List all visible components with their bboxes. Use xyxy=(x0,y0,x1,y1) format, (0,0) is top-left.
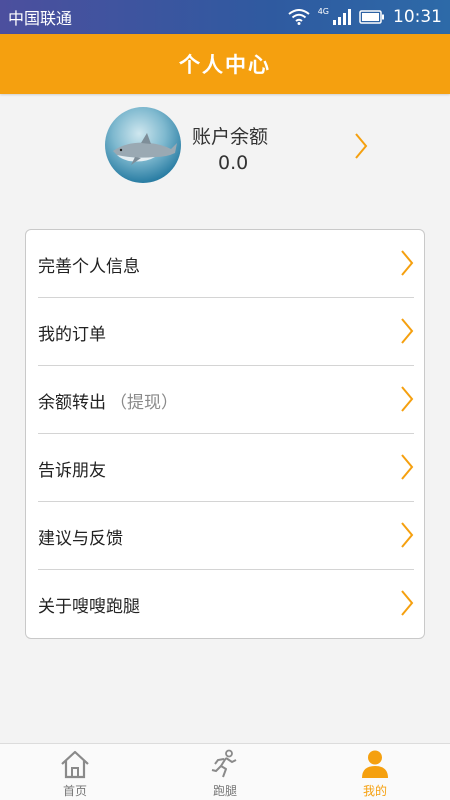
menu-item-sublabel: （提现） xyxy=(110,392,178,413)
balance-label: 账户余额 xyxy=(192,126,269,148)
chevron-right-icon xyxy=(401,454,414,480)
avatar[interactable] xyxy=(105,107,181,183)
bottom-tab-bar: 首页 跑腿 我的 xyxy=(0,743,450,800)
menu-item-label: 告诉朋友 xyxy=(38,460,106,481)
balance-value: 0.0 xyxy=(218,152,249,174)
tab-errand[interactable]: 跑腿 xyxy=(150,744,300,800)
menu-item-label: 余额转出 xyxy=(38,392,106,413)
status-bar: 中国联通 4G 10:31 xyxy=(0,0,450,34)
menu-item-share[interactable]: 告诉朋友 xyxy=(38,434,414,502)
menu-item-withdraw[interactable]: 余额转出 （提现） xyxy=(38,366,414,434)
wifi-icon xyxy=(288,9,310,25)
tab-mine[interactable]: 我的 xyxy=(300,744,450,800)
page-title: 个人中心 xyxy=(179,52,271,77)
signal-icon xyxy=(333,9,351,25)
menu-item-about[interactable]: 关于嗖嗖跑腿 xyxy=(38,570,414,638)
battery-icon xyxy=(359,10,384,24)
menu-item-label: 关于嗖嗖跑腿 xyxy=(38,596,140,617)
menu-card: 完善个人信息 我的订单 余额转出 （提现） 告诉朋友 建议与反馈 关于嗖嗖跑腿 xyxy=(25,229,425,639)
chevron-right-icon xyxy=(401,522,414,548)
menu-item-label: 建议与反馈 xyxy=(38,528,123,549)
tab-label: 我的 xyxy=(362,784,387,798)
network-type: 4G xyxy=(317,6,329,16)
chevron-right-icon xyxy=(401,386,414,412)
user-icon xyxy=(362,750,388,778)
menu-item-label: 我的订单 xyxy=(38,324,106,345)
home-icon xyxy=(61,750,89,779)
menu-item-profile[interactable]: 完善个人信息 xyxy=(38,230,414,298)
menu-item-orders[interactable]: 我的订单 xyxy=(38,298,414,366)
shark-avatar-image xyxy=(113,133,177,165)
status-icons: 4G 10:31 xyxy=(288,7,442,27)
runner-icon xyxy=(211,749,237,778)
tab-label: 跑腿 xyxy=(212,784,237,798)
menu-item-label: 完善个人信息 xyxy=(38,256,140,277)
chevron-right-icon xyxy=(401,318,414,344)
menu-item-feedback[interactable]: 建议与反馈 xyxy=(38,502,414,570)
app-header: 个人中心 xyxy=(0,34,450,94)
chevron-right-icon xyxy=(401,590,414,616)
tab-label: 首页 xyxy=(62,784,87,798)
carrier-name: 中国联通 xyxy=(8,9,73,28)
clock: 10:31 xyxy=(393,7,442,27)
tab-home[interactable]: 首页 xyxy=(0,744,150,800)
chevron-right-icon[interactable] xyxy=(354,132,368,160)
account-balance-card[interactable]: 账户余额 0.0 xyxy=(0,94,450,204)
chevron-right-icon xyxy=(401,250,414,276)
